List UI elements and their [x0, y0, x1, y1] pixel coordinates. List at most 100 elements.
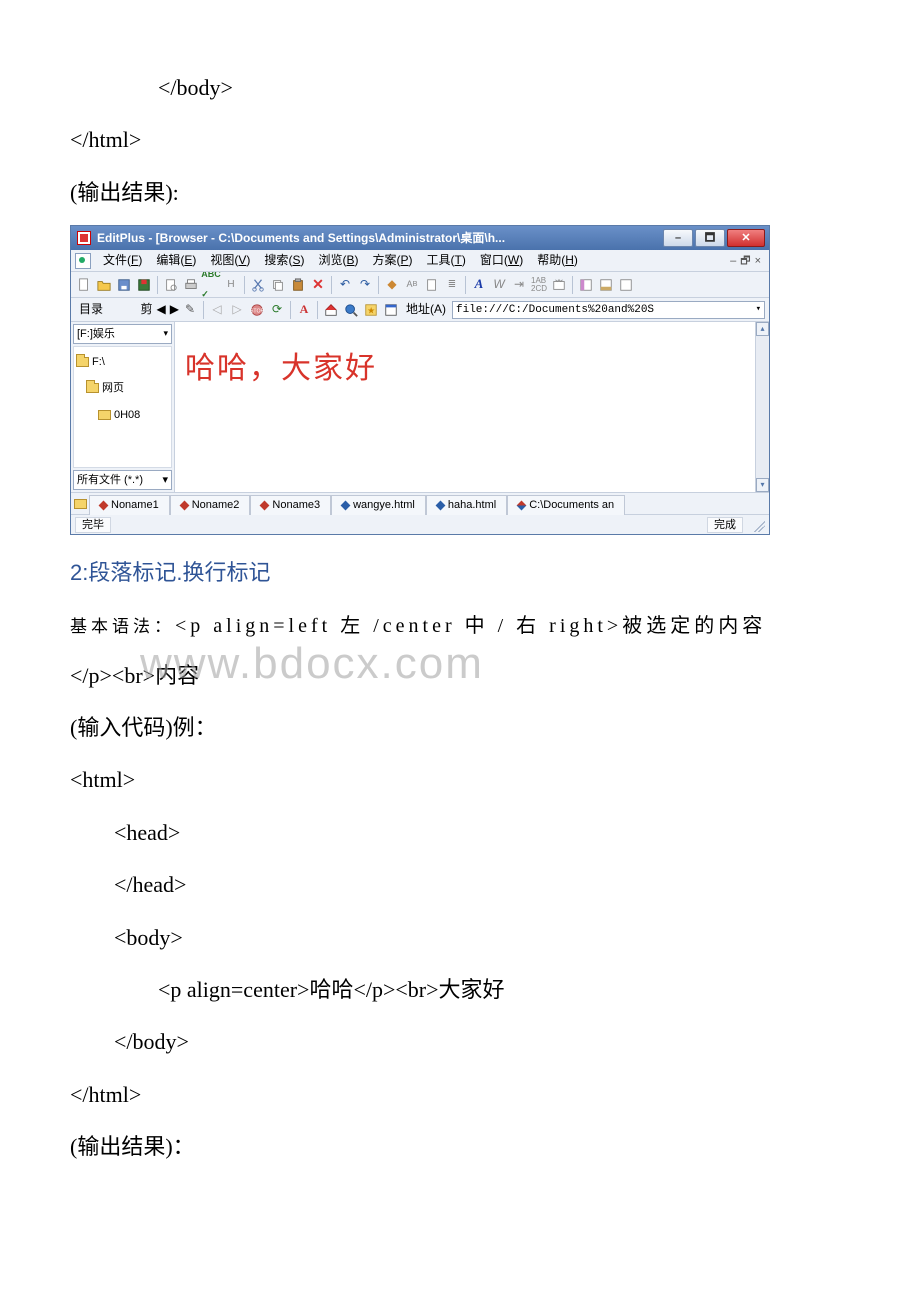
- rendered-heading: 哈哈，大家好: [175, 322, 769, 416]
- menu-edit[interactable]: 编辑(E): [150, 245, 202, 275]
- tab-folder-icon[interactable]: [71, 499, 89, 509]
- folder-icon: [98, 410, 111, 420]
- panel3-icon[interactable]: [617, 276, 635, 294]
- menu-tools[interactable]: 工具(T): [421, 245, 472, 275]
- status-right: 完成: [707, 517, 743, 533]
- mdi-minimize[interactable]: –: [730, 249, 736, 273]
- marker-icon[interactable]: ◆: [383, 276, 401, 294]
- minimize-button[interactable]: –: [663, 229, 693, 247]
- code-line: <body>: [70, 914, 850, 962]
- drive-select[interactable]: [F:]娱乐 ▾: [73, 324, 172, 344]
- app-icon: [77, 231, 91, 245]
- sidebar-right-icon[interactable]: ▶: [170, 296, 179, 322]
- numbers-icon[interactable]: 1AB2CD: [530, 276, 548, 294]
- doc-marker-icon: [179, 500, 189, 510]
- hex-icon[interactable]: H: [222, 276, 240, 294]
- undo-icon[interactable]: ↶: [336, 276, 354, 294]
- file-filter[interactable]: 所有文件 (*.*) ▾: [73, 470, 172, 490]
- panel2-icon[interactable]: [597, 276, 615, 294]
- svg-text:★: ★: [367, 305, 375, 315]
- folder-icon: [76, 357, 89, 367]
- stop-icon[interactable]: STOP: [248, 301, 266, 319]
- document-tabs: Noname1 Noname2 Noname3 wangye.html haha…: [71, 492, 769, 514]
- menu-search[interactable]: 搜索(S): [258, 245, 310, 275]
- browser-icon[interactable]: [382, 301, 400, 319]
- panel1-icon[interactable]: [577, 276, 595, 294]
- dropdown-icon[interactable]: [75, 253, 91, 269]
- spellcheck-icon[interactable]: ABC✓: [202, 276, 220, 294]
- list-icon[interactable]: ≣: [443, 276, 461, 294]
- copy-icon[interactable]: [269, 276, 287, 294]
- chevron-down-icon: ▾: [163, 324, 168, 344]
- search-web-icon[interactable]: [342, 301, 360, 319]
- browser-content: 哈哈，大家好 ▴ ▾: [175, 322, 769, 492]
- code-line: </html>: [70, 116, 850, 164]
- delete-icon[interactable]: ✕: [309, 276, 327, 294]
- folder-tree[interactable]: F:\ 网页 0H08: [73, 346, 172, 468]
- status-left: 完毕: [75, 517, 111, 533]
- close-button[interactable]: ✕: [727, 229, 765, 247]
- menubar: 文件(F) 编辑(E) 视图(V) 搜索(S) 浏览(B) 方案(P) 工具(T…: [71, 250, 769, 272]
- code-line: <html>: [70, 756, 850, 804]
- scroll-up-icon[interactable]: ▴: [756, 322, 769, 336]
- vertical-scrollbar[interactable]: ▴ ▾: [755, 322, 769, 492]
- refresh-icon[interactable]: ⟳: [268, 301, 286, 319]
- forward-icon[interactable]: ▷: [228, 301, 246, 319]
- output-label-2: (输出结果)：: [70, 1123, 850, 1171]
- tree-node[interactable]: 0H08: [76, 402, 169, 428]
- document-tab[interactable]: wangye.html: [331, 495, 426, 515]
- doc-marker-icon: [260, 500, 270, 510]
- chevron-down-icon: ▾: [162, 468, 168, 492]
- save-icon[interactable]: [115, 276, 133, 294]
- scroll-down-icon[interactable]: ▾: [756, 478, 769, 492]
- print-preview-icon[interactable]: [162, 276, 180, 294]
- font-a-icon[interactable]: A: [295, 301, 313, 319]
- code-line: </html>: [70, 1071, 850, 1119]
- syntax-line: 基本语法：<p align=left 左 /center 中 / 右 right…: [70, 604, 850, 648]
- menu-help[interactable]: 帮助(H): [531, 245, 584, 275]
- doc-icon[interactable]: [423, 276, 441, 294]
- edit-icon[interactable]: ✎: [181, 301, 199, 319]
- print-icon[interactable]: [182, 276, 200, 294]
- home-icon[interactable]: [322, 301, 340, 319]
- doc-marker-icon: [99, 500, 109, 510]
- font-color-icon[interactable]: A: [470, 276, 488, 294]
- code-line: </body>: [70, 1018, 850, 1066]
- tree-node[interactable]: F:\: [76, 349, 169, 375]
- cut-icon[interactable]: [249, 276, 267, 294]
- menu-file[interactable]: 文件(F): [97, 245, 148, 275]
- indent-icon[interactable]: ⇥: [510, 276, 528, 294]
- dropdown-icon[interactable]: ▾: [752, 300, 761, 320]
- redo-icon[interactable]: ↷: [356, 276, 374, 294]
- sidebar-clip-button[interactable]: 剪: [141, 296, 153, 322]
- mdi-restore[interactable]: 🗗: [740, 249, 750, 273]
- code-line: <p align=center>哈哈</p><br>大家好: [70, 966, 850, 1014]
- settings-icon[interactable]: [550, 276, 568, 294]
- back-icon[interactable]: ◁: [208, 301, 226, 319]
- favorites-icon[interactable]: ★: [362, 301, 380, 319]
- document-tab[interactable]: C:\Documents an: [507, 495, 625, 515]
- editplus-window: EditPlus - [Browser - C:\Documents and S…: [70, 225, 770, 535]
- resize-grip-icon[interactable]: [751, 518, 765, 532]
- mdi-close[interactable]: ×: [755, 249, 761, 273]
- document-tab[interactable]: Noname2: [170, 495, 251, 515]
- sidebar-dir-label: 目录: [79, 296, 103, 322]
- code-line: </body>: [70, 64, 850, 112]
- tree-node[interactable]: 网页: [76, 375, 169, 401]
- save-color-icon[interactable]: [135, 276, 153, 294]
- new-file-icon[interactable]: [75, 276, 93, 294]
- syntax-line-2: </p><br>内容: [70, 652, 850, 700]
- document-tab[interactable]: haha.html: [426, 495, 507, 515]
- folder-icon: [86, 383, 99, 393]
- maximize-button[interactable]: 🗖: [695, 229, 725, 247]
- doc-marker-icon: [435, 500, 445, 510]
- doc-marker-icon: [517, 500, 527, 510]
- sidebar-left-icon[interactable]: ◀: [157, 296, 166, 322]
- word-icon[interactable]: W: [490, 276, 508, 294]
- open-icon[interactable]: [95, 276, 113, 294]
- toolbar-main: ABC✓ H ✕ ↶ ↷ ◆ AB ≣ A W ⇥ 1AB2CD: [71, 272, 769, 298]
- paste-icon[interactable]: [289, 276, 307, 294]
- document-tab[interactable]: Noname3: [250, 495, 331, 515]
- address-input[interactable]: file:///C:/Documents%20and%20S ▾: [452, 301, 765, 319]
- ab-icon[interactable]: AB: [403, 276, 421, 294]
